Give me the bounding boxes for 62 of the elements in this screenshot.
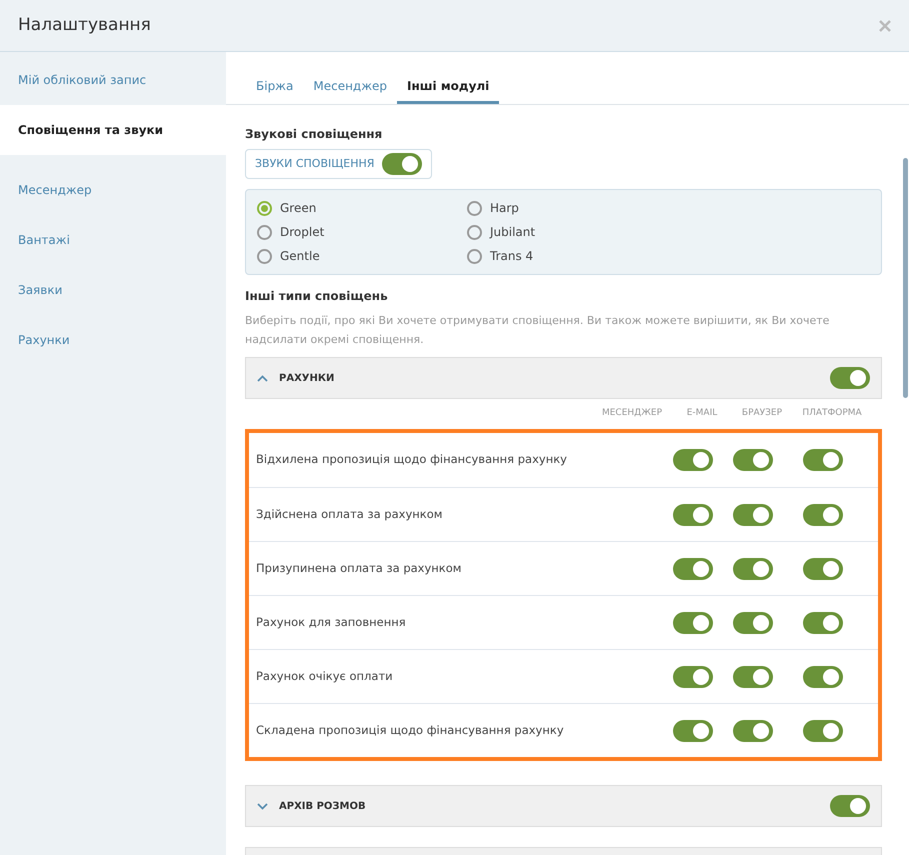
section-heading: Інші типи сповіщень (245, 288, 389, 305)
radio-label: Droplet (280, 224, 324, 241)
toggle-switch[interactable] (803, 558, 843, 580)
toggle-switch[interactable] (803, 666, 843, 688)
window-title: Налаштування (18, 14, 151, 37)
sidebar-item[interactable]: Рахунки (0, 315, 226, 365)
description-text: Виберіть події, про які Ви хочете отримувати сповіщення. Ви також можете вирішити, як Ви хочете надсилати окремі сповіщення. (245, 313, 830, 348)
tab[interactable]: Месенджер (303, 70, 398, 104)
radio-button[interactable] (467, 248, 482, 264)
tab[interactable]: Біржа (246, 70, 304, 104)
radio-label: Gentle (280, 248, 320, 265)
radio-button[interactable] (257, 248, 272, 264)
sidebar-item[interactable]: Вантажі (0, 215, 226, 265)
toggle-switch[interactable] (803, 720, 843, 742)
toggle-switch[interactable] (382, 153, 422, 175)
toggle-switch[interactable] (733, 558, 773, 580)
scrollbar[interactable] (903, 158, 908, 398)
notification-label: Здійснена оплата за рахунком (256, 506, 444, 523)
toggle-switch[interactable] (673, 558, 713, 580)
chevron-up-icon[interactable] (257, 374, 268, 382)
toggle-switch[interactable] (673, 449, 713, 471)
sidebar-item[interactable]: Сповіщення та звуки (0, 105, 226, 155)
toggle-switch[interactable] (673, 504, 713, 526)
column-heading: ПЛАТФОРМА (801, 407, 863, 420)
notification-label: Рахунок для заповнення (256, 614, 407, 631)
notification-label: Призупинена оплата за рахунком (256, 560, 462, 577)
toggle-switch[interactable] (733, 449, 773, 471)
toggle-switch[interactable] (803, 504, 843, 526)
tab[interactable]: Інші модулі (397, 70, 500, 104)
sidebar-item[interactable]: Заявки (0, 265, 226, 315)
notification-label: Складена пропозиція щодо фінансування рахунку (256, 722, 565, 739)
toggle-switch[interactable] (733, 612, 773, 634)
toggle-switch[interactable] (733, 666, 773, 688)
section-title: АРХІВ РОЗМОВ (279, 800, 367, 814)
radio-button[interactable] (257, 200, 272, 216)
toggle-switch[interactable] (733, 720, 773, 742)
notification-label: Рахунок очікує оплати (256, 668, 394, 685)
toggle-switch[interactable] (830, 795, 870, 817)
radio-button[interactable] (257, 224, 272, 240)
sidebar-item[interactable]: Мій обліковий запис (0, 55, 226, 105)
toggle-switch[interactable] (673, 612, 713, 634)
radio-label: Green (280, 200, 316, 217)
toggle-switch[interactable] (803, 612, 843, 634)
notification-label: Відхилена пропозиція щодо фінансування рахунку (256, 451, 568, 468)
radio-label: Jubilant (490, 224, 536, 241)
toggle-switch[interactable] (803, 449, 843, 471)
radio-label: Trans 4 (490, 248, 534, 265)
column-heading: БРАУЗЕР (740, 407, 784, 420)
toggle-label: ЗВУКИ СПОВІЩЕННЯ (255, 156, 374, 172)
radio-button[interactable] (467, 200, 482, 216)
column-heading: E-MAIL (686, 407, 718, 420)
chevron-down-icon[interactable] (257, 802, 268, 810)
toggle-switch[interactable] (733, 504, 773, 526)
section-title: РАХУНКИ (279, 372, 336, 386)
toggle-switch[interactable] (830, 367, 870, 389)
toggle-switch[interactable] (673, 666, 713, 688)
column-heading: МЕСЕНДЖЕР (600, 407, 664, 420)
sidebar-item[interactable]: Месенджер (0, 165, 226, 215)
radio-label: Harp (490, 200, 519, 217)
radio-button[interactable] (467, 224, 482, 240)
toggle-switch[interactable] (673, 720, 713, 742)
section-heading: Звукові сповіщення (245, 126, 384, 143)
